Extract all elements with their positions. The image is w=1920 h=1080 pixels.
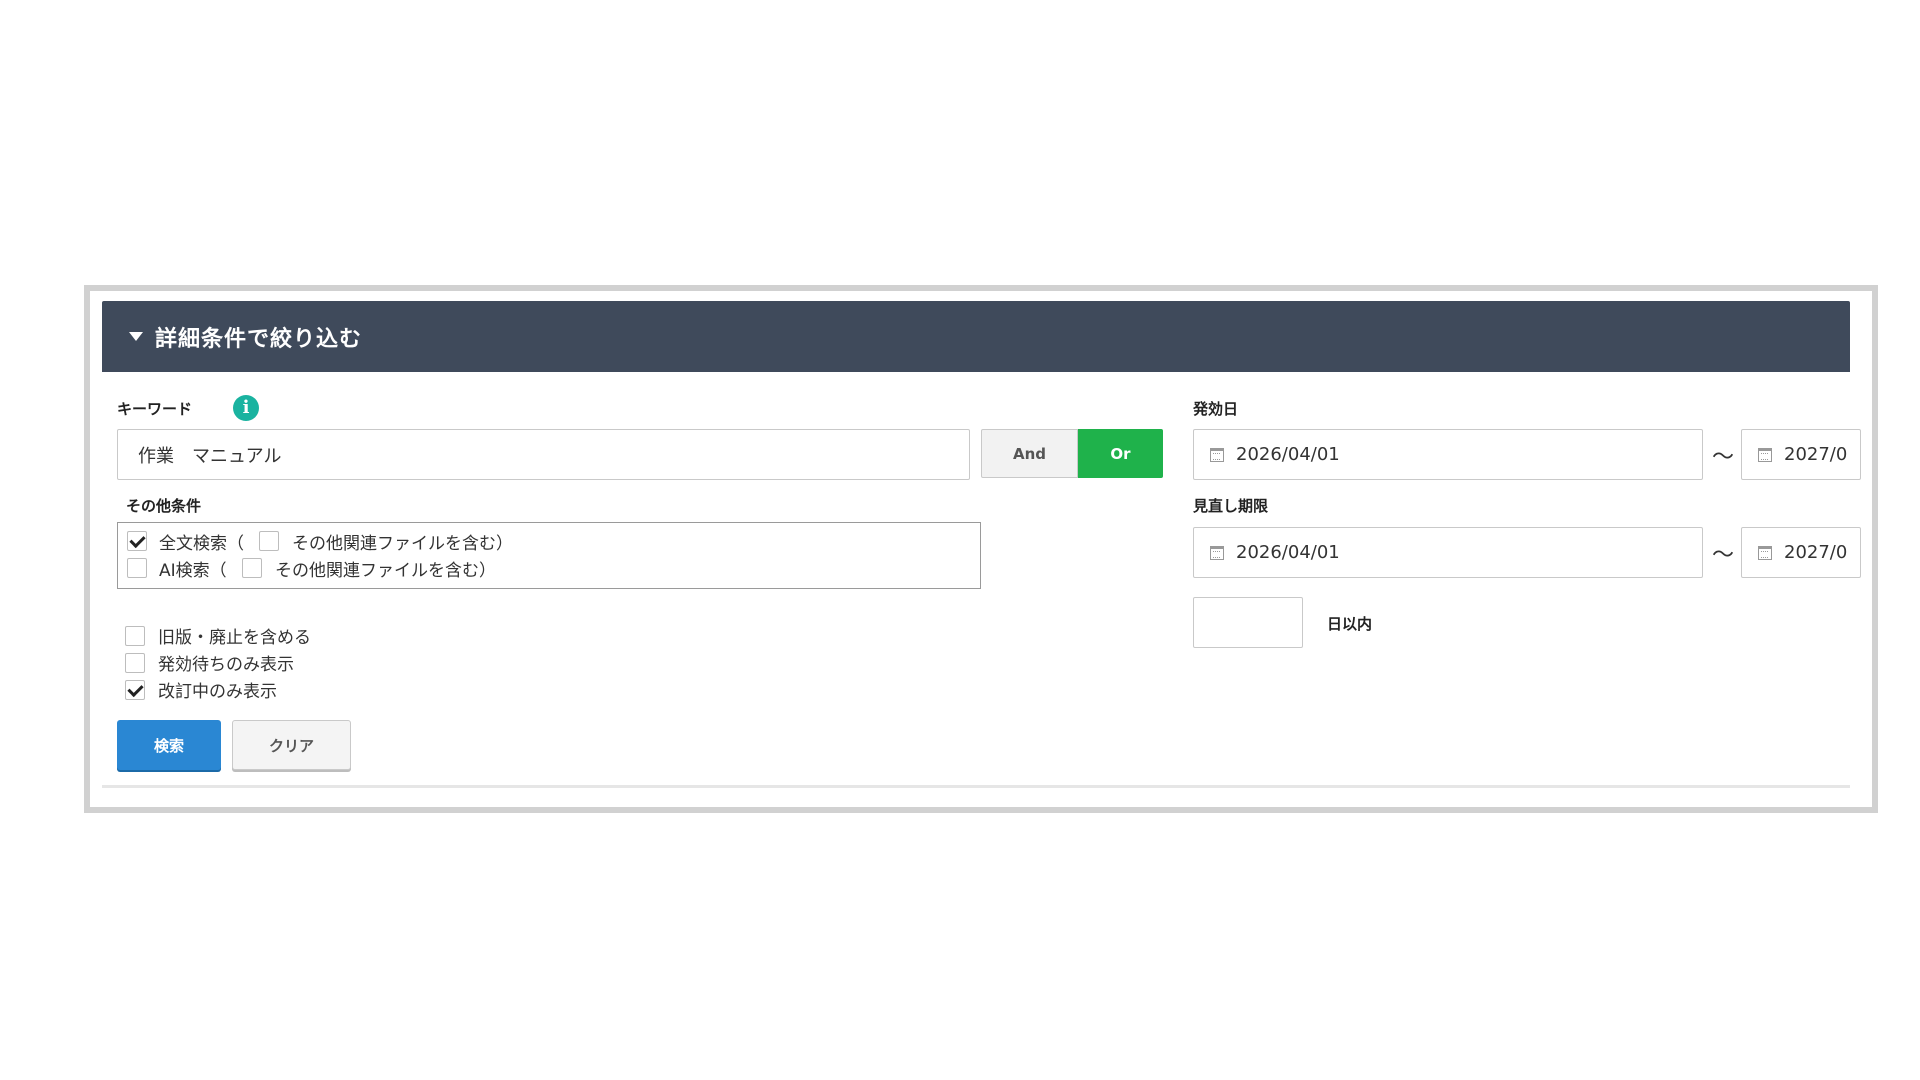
ai-related-files-label: その他関連ファイルを含む）: [275, 561, 496, 581]
ai-search-label: AI検索（: [159, 561, 227, 581]
fulltext-search-label: 全文検索（: [159, 534, 244, 554]
pending-only-checkbox[interactable]: [125, 653, 145, 673]
review-deadline-from-value: 2026/04/01: [1236, 542, 1340, 563]
ai-search-checkbox[interactable]: [127, 558, 147, 578]
effective-date-from-value: 2026/04/01: [1236, 444, 1340, 465]
keyword-input[interactable]: 作業 マニュアル: [117, 429, 970, 480]
keyword-label: キーワード: [117, 400, 193, 418]
days-within-label: 日以内: [1327, 615, 1373, 633]
calendar-icon: [1210, 545, 1224, 560]
or-toggle-button[interactable]: Or: [1078, 429, 1163, 478]
review-deadline-to-value: 2027/0: [1784, 542, 1848, 563]
include-obsolete-label: 旧版・廃止を含める: [158, 628, 311, 648]
effective-date-to-input[interactable]: 2027/0: [1741, 429, 1861, 480]
review-deadline-label: 見直し期限: [1193, 497, 1269, 515]
search-panel-frame: 詳細条件で絞り込む キーワード i 作業 マニュアル And Or その他条件 …: [84, 285, 1878, 813]
and-toggle-button[interactable]: And: [981, 429, 1078, 478]
review-deadline-separator: ～: [1712, 543, 1735, 568]
review-deadline-from-input[interactable]: 2026/04/01: [1193, 527, 1703, 578]
panel-header[interactable]: 詳細条件で絞り込む: [102, 301, 1850, 372]
revising-only-checkbox[interactable]: [125, 680, 145, 700]
revising-only-label: 改訂中のみ表示: [158, 682, 277, 702]
include-obsolete-checkbox[interactable]: [125, 626, 145, 646]
search-options-box: 全文検索（ その他関連ファイルを含む） AI検索（ その他関連ファイルを含む）: [117, 522, 981, 589]
search-button[interactable]: 検索: [117, 720, 221, 770]
effective-date-to-value: 2027/0: [1784, 444, 1848, 465]
calendar-icon: [1758, 447, 1772, 462]
pending-only-label: 発効待ちのみ表示: [158, 655, 294, 675]
calendar-icon: [1210, 447, 1224, 462]
days-within-input[interactable]: [1193, 597, 1303, 648]
effective-date-separator: ～: [1712, 445, 1735, 470]
fulltext-related-files-checkbox[interactable]: [259, 531, 279, 551]
keyword-input-value: 作業 マニュアル: [138, 445, 282, 467]
panel-title: 詳細条件で絞り込む: [155, 326, 363, 352]
effective-date-from-input[interactable]: 2026/04/01: [1193, 429, 1703, 480]
effective-date-label: 発効日: [1193, 400, 1239, 418]
calendar-icon: [1758, 545, 1772, 560]
clear-button[interactable]: クリア: [232, 720, 351, 770]
ai-related-files-checkbox[interactable]: [242, 558, 262, 578]
caret-down-icon[interactable]: [129, 332, 143, 341]
info-icon[interactable]: i: [233, 395, 259, 421]
fulltext-search-checkbox[interactable]: [127, 531, 147, 551]
other-conditions-label: その他条件: [126, 497, 202, 515]
fulltext-related-files-label: その他関連ファイルを含む）: [292, 534, 513, 554]
review-deadline-to-input[interactable]: 2027/0: [1741, 527, 1861, 578]
panel-bottom-divider: [102, 785, 1850, 788]
